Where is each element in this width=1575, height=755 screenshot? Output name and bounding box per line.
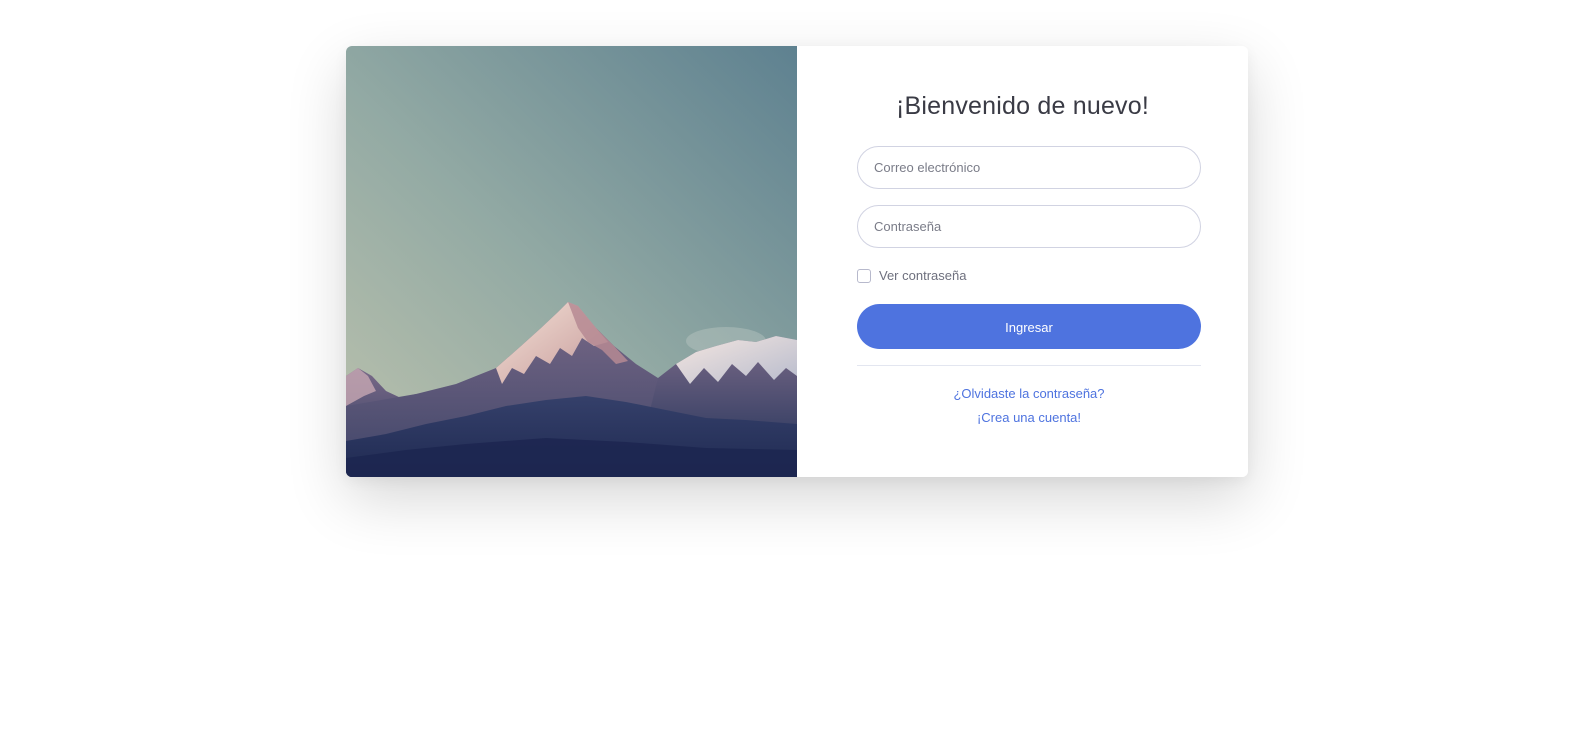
page-title: ¡Bienvenido de nuevo! (896, 92, 1149, 120)
show-password-label: Ver contraseña (879, 268, 967, 283)
divider (857, 365, 1201, 366)
create-account-link[interactable]: ¡Crea una cuenta! (857, 410, 1201, 425)
login-card: ¡Bienvenido de nuevo! Ver contraseña Ing… (346, 46, 1248, 477)
forgot-password-link[interactable]: ¿Olvidaste la contraseña? (857, 386, 1201, 401)
login-button[interactable]: Ingresar (857, 304, 1201, 349)
email-field[interactable] (857, 146, 1201, 189)
show-password-checkbox[interactable] (857, 268, 871, 283)
mountain-image (346, 46, 797, 477)
show-password-row[interactable]: Ver contraseña (857, 268, 966, 283)
login-form-panel: ¡Bienvenido de nuevo! Ver contraseña Ing… (797, 46, 1248, 477)
password-field[interactable] (857, 205, 1201, 248)
